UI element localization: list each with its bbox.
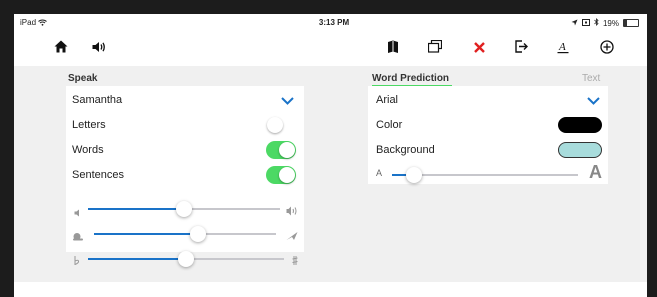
sentences-row: Sentences: [66, 163, 304, 187]
home-button[interactable]: [50, 38, 72, 60]
home-icon: [54, 40, 68, 58]
chevron-down-icon: [587, 96, 600, 108]
letters-toggle[interactable]: [266, 116, 296, 134]
color-swatch[interactable]: [558, 117, 602, 133]
windows-icon: [427, 39, 443, 58]
chevron-down-icon: [281, 96, 294, 108]
letters-row: Letters: [66, 113, 304, 137]
text-style-button[interactable]: A: [552, 38, 574, 60]
flat-icon: [74, 252, 80, 270]
volume-low-icon: [74, 204, 82, 222]
bluetooth-icon: [594, 18, 599, 28]
volume-fill: [88, 208, 184, 210]
font-select[interactable]: Arial: [368, 88, 608, 112]
voice-select[interactable]: Samantha: [66, 88, 304, 112]
tab-word-prediction[interactable]: Word Prediction: [372, 73, 449, 84]
toolbar: A: [14, 32, 647, 66]
svg-text:A: A: [558, 41, 566, 53]
words-toggle[interactable]: [266, 141, 296, 159]
sentences-label: Sentences: [72, 169, 124, 181]
plane-icon: [286, 228, 298, 246]
book-icon: [387, 40, 399, 59]
battery-percent: 19%: [602, 18, 619, 28]
windows-button[interactable]: [424, 38, 446, 60]
font-size-thumb[interactable]: [406, 167, 422, 183]
volume-slider[interactable]: [88, 201, 280, 217]
color-label: Color: [376, 119, 403, 131]
device-frame-right: [647, 0, 657, 297]
speak-panel: Samantha Letters Words Sentences: [66, 86, 304, 267]
speaker-icon: [92, 40, 106, 58]
background-row: Background: [368, 138, 608, 162]
font-size-small-label: A: [376, 168, 383, 178]
voice-value: Samantha: [72, 94, 123, 106]
background-label: Background: [376, 144, 435, 156]
exit-icon: [514, 40, 528, 58]
location-icon: [571, 19, 578, 28]
tab-text[interactable]: Text: [582, 73, 600, 84]
text-style-icon: A: [557, 40, 569, 59]
font-size-large-label: A: [589, 162, 602, 182]
clear-button[interactable]: [468, 38, 490, 60]
battery-icon: [623, 19, 639, 27]
words-row: Words: [66, 138, 304, 162]
exit-button[interactable]: [510, 38, 532, 60]
screen: iPad 3:13 PM 19% A Speak Samantha Letter…: [14, 14, 647, 297]
pitch-fill: [88, 258, 186, 260]
font-size-slider[interactable]: [392, 167, 578, 183]
add-button[interactable]: [596, 38, 618, 60]
speak-title: Speak: [68, 73, 98, 84]
screen-lock-icon: [581, 18, 590, 28]
status-right: 19%: [571, 18, 639, 28]
status-bar: iPad 3:13 PM 19%: [14, 14, 647, 32]
device-label: iPad: [20, 18, 48, 27]
prediction-panel: Arial Color Background A A: [368, 86, 608, 184]
font-size-row: A A: [368, 162, 608, 186]
speed-fill: [94, 233, 198, 235]
background-swatch[interactable]: [558, 142, 602, 158]
device-frame-left: [0, 0, 14, 297]
library-button[interactable]: [382, 38, 404, 60]
words-label: Words: [72, 144, 104, 156]
settings-content: Speak Samantha Letters Words Sentences W…: [14, 66, 647, 282]
status-time: 3:13 PM: [318, 18, 350, 27]
letters-label: Letters: [72, 119, 106, 131]
device-name: iPad: [20, 18, 37, 27]
speed-slider[interactable]: [94, 226, 276, 242]
device-frame-top: [0, 0, 657, 14]
add-circle-icon: [600, 39, 614, 59]
speak-button[interactable]: [88, 38, 110, 60]
bottom-area: [14, 282, 647, 297]
color-row: Color: [368, 113, 608, 137]
wifi-icon: [38, 18, 48, 27]
close-icon: [473, 40, 485, 58]
volume-thumb[interactable]: [176, 201, 192, 217]
speed-thumb[interactable]: [190, 226, 206, 242]
pitch-thumb[interactable]: [178, 251, 194, 267]
snail-icon: [72, 228, 84, 246]
sharp-icon: [292, 252, 298, 270]
font-value: Arial: [376, 94, 399, 106]
pitch-slider[interactable]: [88, 251, 284, 267]
volume-high-icon: [286, 203, 298, 221]
sentences-toggle[interactable]: [266, 166, 296, 184]
